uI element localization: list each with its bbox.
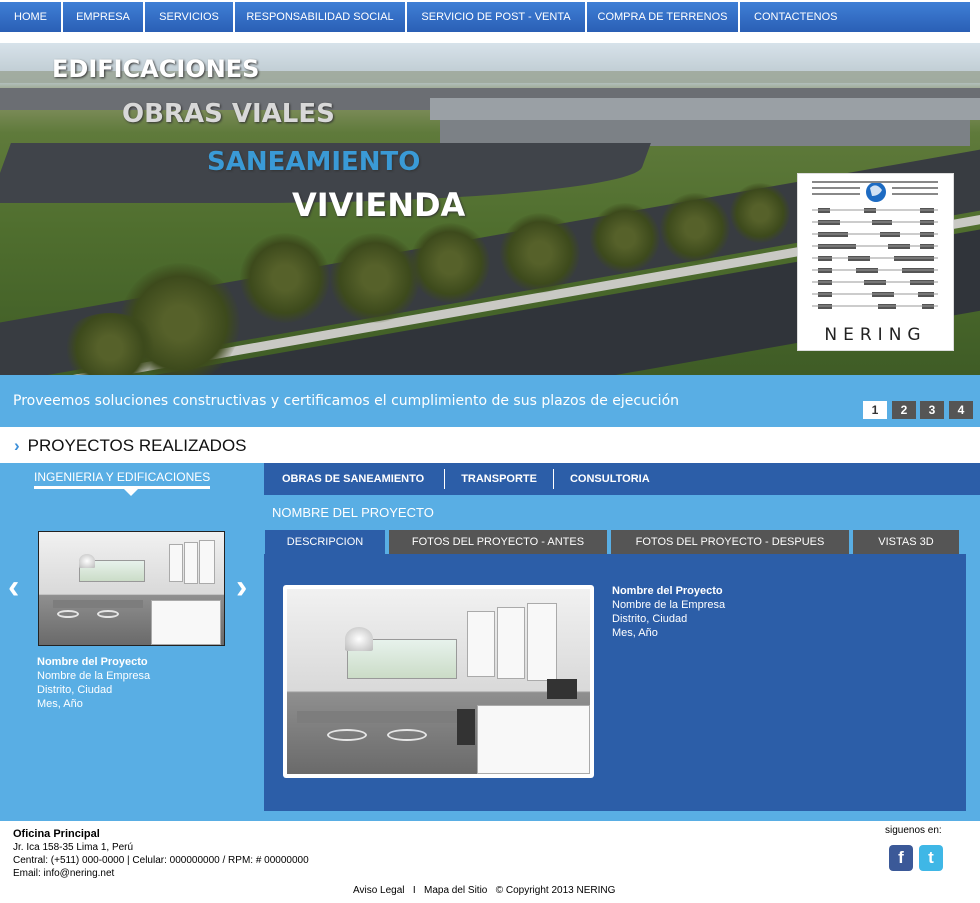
kitchen-cabinet — [199, 540, 215, 584]
project-title: NOMBRE DEL PROYECTO — [272, 505, 434, 520]
facebook-icon[interactable]: f — [889, 845, 913, 871]
logo-mark-icon — [812, 181, 938, 309]
hero-banner: EDIFICACIONES OBRAS VIALES SANEAMIENTO V… — [0, 43, 980, 375]
category-tabs: OBRAS DE SANEAMIENTO TRANSPORTE CONSULTO… — [264, 463, 980, 495]
category-obras-saneamiento[interactable]: OBRAS DE SANEAMIENTO — [264, 463, 444, 495]
palm-tree — [330, 233, 420, 323]
copyright-text: © Copyright 2013 NERING — [495, 885, 616, 896]
carousel-thumbnail[interactable] — [38, 531, 225, 646]
chevron-right-icon: › — [14, 436, 20, 455]
palm-tree — [410, 223, 490, 303]
tagline-text: Proveemos soluciones constructivas y cer… — [13, 393, 680, 409]
kitchen-cabinet — [477, 705, 590, 774]
nav-home[interactable]: HOME — [0, 2, 63, 32]
category-ingenieria-edificaciones[interactable]: INGENIERIA Y EDIFICACIONES — [34, 470, 211, 489]
hero-word-edificaciones: EDIFICACIONES — [52, 55, 260, 83]
nav-responsabilidad-social[interactable]: RESPONSABILIDAD SOCIAL — [235, 2, 407, 32]
kitchen-cabinet — [169, 544, 183, 582]
slider-page-4[interactable]: 4 — [949, 401, 973, 419]
hero-word-saneamiento: SANEAMIENTO — [207, 147, 421, 177]
kitchen-microwave — [547, 679, 577, 699]
kitchen-lamp — [345, 627, 373, 651]
mapa-sitio-link[interactable]: Mapa del Sitio — [424, 885, 487, 896]
kitchen-counter — [53, 600, 143, 608]
caret-down-icon — [123, 488, 139, 496]
footer-legal: Aviso Legal I Mapa del Sitio © Copyright… — [353, 885, 615, 896]
project-photo-frame — [283, 585, 594, 778]
palm-tree — [500, 213, 580, 293]
category-transporte[interactable]: TRANSPORTE — [445, 463, 553, 495]
nav-bar: HOME EMPRESA SERVICIOS RESPONSABILIDAD S… — [0, 2, 970, 32]
palm-tree — [60, 313, 160, 375]
footer-email: Email: info@nering.net — [13, 868, 115, 879]
nering-logo: NERING — [797, 173, 954, 351]
project-company: Nombre de la Empresa — [612, 599, 726, 611]
nav-post-venta[interactable]: SERVICIO DE POST - VENTA — [407, 2, 587, 32]
project-tabs: DESCRIPCION FOTOS DEL PROYECTO - ANTES F… — [265, 530, 963, 554]
kitchen-oven — [457, 709, 475, 745]
carousel-info: Nombre del Proyecto Nombre de la Empresa… — [37, 655, 150, 711]
kitchen-stool — [387, 729, 427, 741]
follow-label: siguenos en: — [885, 825, 942, 836]
carousel-location: Distrito, Ciudad — [37, 684, 113, 696]
carousel-company: Nombre de la Empresa — [37, 670, 151, 682]
slider-page-2[interactable]: 2 — [892, 401, 916, 419]
hero-word-obras-viales: OBRAS VIALES — [122, 99, 335, 129]
kitchen-cabinet — [467, 611, 495, 677]
footer-separator: I — [412, 885, 416, 896]
palm-tree — [660, 193, 730, 263]
nav-compra-terrenos[interactable]: COMPRA DE TERRENOS — [587, 2, 740, 32]
project-info: Nombre del Proyecto Nombre de la Empresa… — [612, 584, 725, 640]
twitter-icon[interactable]: t — [919, 845, 943, 871]
kitchen-stool — [57, 610, 79, 618]
kitchen-counter — [297, 711, 467, 723]
tagline-bar: Proveemos soluciones constructivas y cer… — [0, 375, 980, 427]
hero-word-vivienda: VIVIENDA — [292, 186, 466, 224]
project-location: Distrito, Ciudad — [612, 613, 688, 625]
chevron-right-icon: › — [236, 568, 248, 606]
tab-fotos-antes[interactable]: FOTOS DEL PROYECTO - ANTES — [389, 530, 607, 554]
tab-fotos-despues[interactable]: FOTOS DEL PROYECTO - DESPUES — [611, 530, 849, 554]
nav-empresa[interactable]: EMPRESA — [63, 2, 145, 32]
kitchen-cabinet — [527, 603, 557, 681]
nav-servicios[interactable]: SERVICIOS — [145, 2, 235, 32]
aviso-legal-link[interactable]: Aviso Legal — [353, 885, 405, 896]
kitchen-image-large — [287, 589, 590, 774]
hero-bridge — [430, 98, 980, 120]
palm-tree — [590, 203, 660, 273]
carousel-date: Mes, Año — [37, 698, 83, 710]
project-date: Mes, Año — [612, 627, 658, 639]
section-title-text: PROYECTOS REALIZADOS — [27, 436, 247, 455]
kitchen-stool — [97, 610, 119, 618]
footer-phones: Central: (+511) 000-0000 | Celular: 0000… — [13, 855, 309, 866]
kitchen-cabinet — [184, 542, 198, 584]
footer-address: Jr. Ica 158-35 Lima 1, Perú — [13, 842, 134, 853]
tab-vistas-3d[interactable]: VISTAS 3D — [853, 530, 959, 554]
chevron-left-icon: ‹ — [8, 568, 20, 606]
category-consultoria[interactable]: CONSULTORIA — [554, 463, 666, 495]
nav-contactenos[interactable]: CONTACTENOS — [740, 2, 970, 32]
top-navigation: HOME EMPRESA SERVICIOS RESPONSABILIDAD S… — [0, 0, 980, 34]
slider-page-3[interactable]: 3 — [920, 401, 944, 419]
kitchen-stool — [327, 729, 367, 741]
kitchen-cabinet — [151, 600, 221, 645]
section-title: › PROYECTOS REALIZADOS — [14, 436, 247, 456]
footer-contact: Oficina Principal Jr. Ica 158-35 Lima 1,… — [13, 828, 309, 880]
kitchen-cabinet — [497, 607, 525, 679]
kitchen-lamp — [79, 554, 95, 568]
logo-text: NERING — [824, 325, 927, 345]
carousel-prev-button[interactable]: ‹ — [8, 570, 19, 604]
kitchen-image-small — [39, 532, 224, 645]
palm-tree — [730, 183, 790, 243]
carousel-next-button[interactable]: › — [236, 570, 247, 604]
footer-office-title: Oficina Principal — [13, 828, 100, 840]
tab-descripcion[interactable]: DESCRIPCION — [265, 530, 385, 554]
project-name: Nombre del Proyecto — [612, 585, 723, 597]
carousel-project-name: Nombre del Proyecto — [37, 656, 148, 668]
palm-tree — [240, 233, 330, 323]
slider-page-1[interactable]: 1 — [863, 401, 887, 419]
